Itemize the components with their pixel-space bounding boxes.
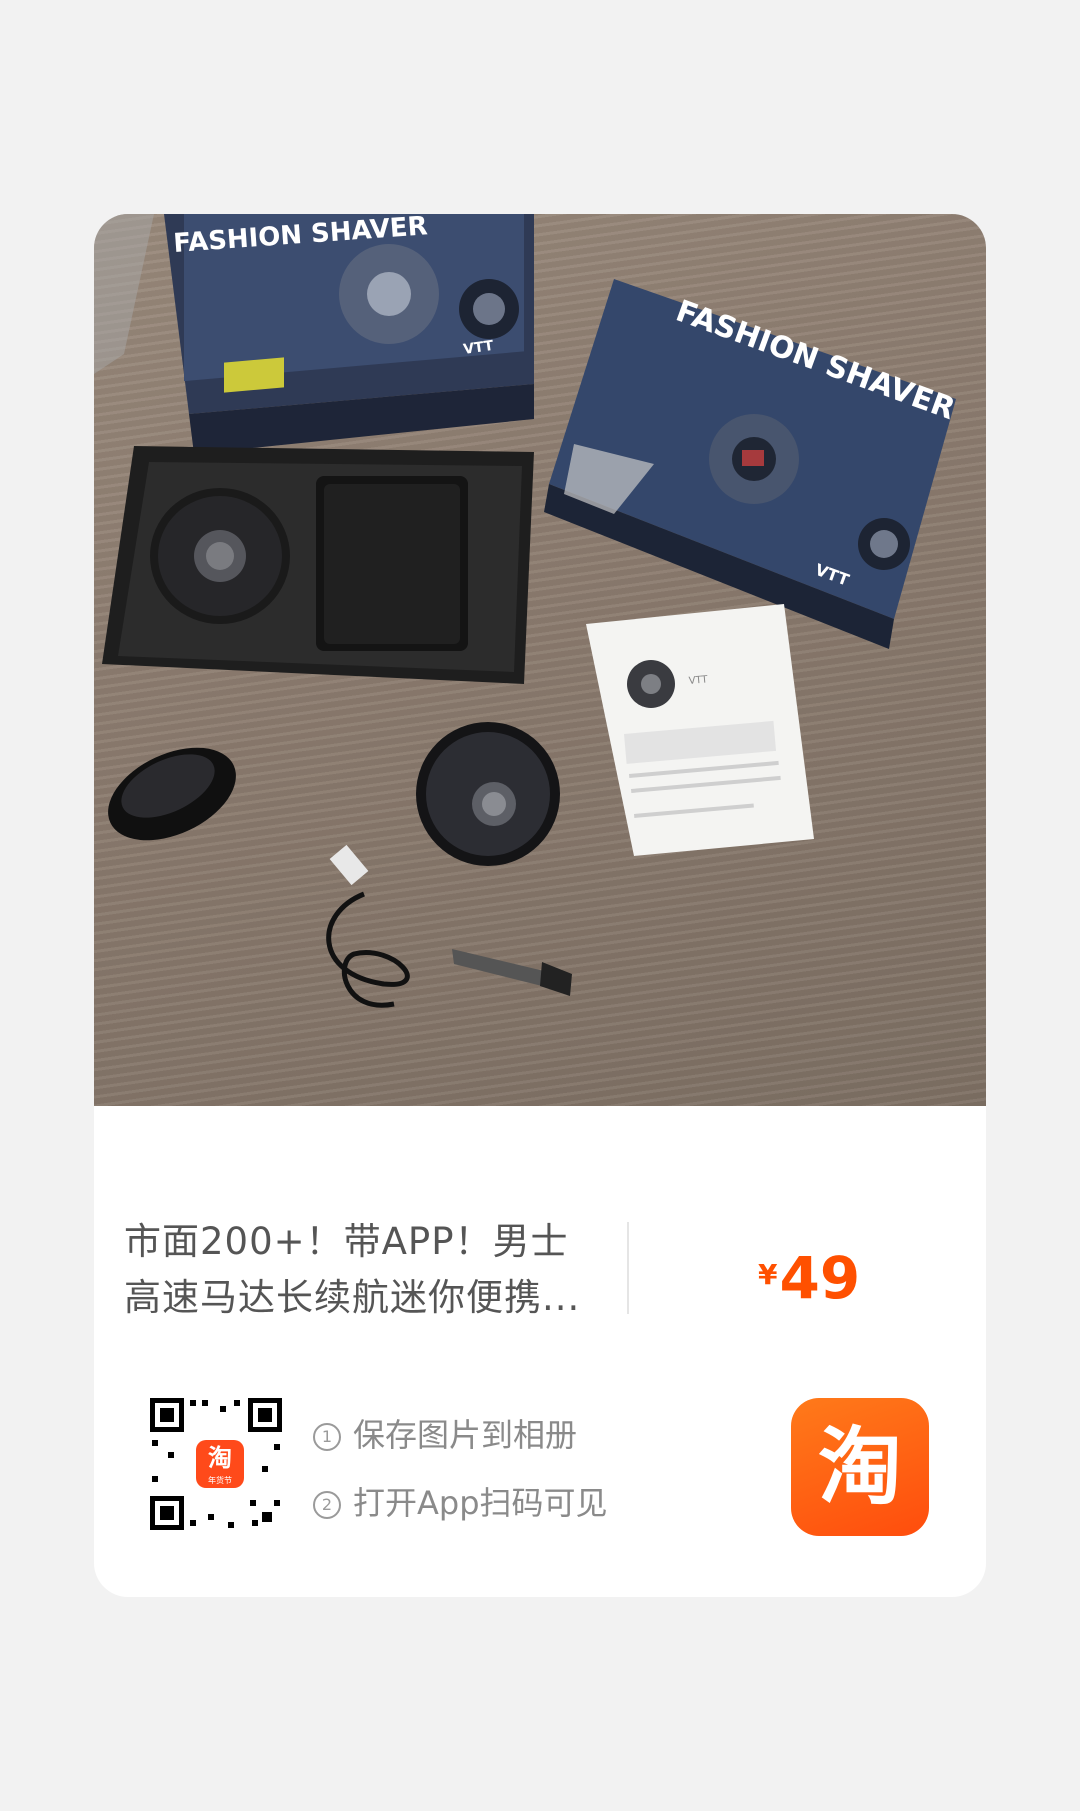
qr-code: 淘 年货节 [148, 1396, 284, 1532]
product-title[interactable]: 市面200+！带APP！男士 高速马达长续航迷你便携... [124, 1214, 604, 1326]
instruction-step-2: 2 打开App扫码可见 [313, 1478, 608, 1524]
product-price: ¥49 [758, 1244, 860, 1312]
product-share-card: FASHION SHAVER VTT FASHION SHAVER VTT VT… [94, 214, 986, 1597]
step-2-text: 打开App扫码可见 [353, 1484, 608, 1522]
step-1-text: 保存图片到相册 [353, 1416, 578, 1454]
instruction-step-1: 1 保存图片到相册 [313, 1410, 577, 1456]
taobao-app-icon-char: 淘 [817, 1418, 902, 1516]
price-value: 49 [779, 1244, 861, 1312]
qr-badge-char: 淘 [208, 1444, 232, 1472]
manual-brand-text: VTT [688, 674, 709, 687]
product-title-line-1: 市面200+！带APP！男士 [124, 1220, 569, 1263]
product-title-line-2: 高速马达长续航迷你便携... [124, 1276, 581, 1319]
price-currency-symbol: ¥ [758, 1258, 778, 1291]
product-image[interactable]: FASHION SHAVER VTT FASHION SHAVER VTT VT… [94, 214, 986, 1106]
title-price-divider [627, 1222, 629, 1314]
product-photo-illustration: FASHION SHAVER VTT FASHION SHAVER VTT VT… [94, 214, 959, 1008]
taobao-app-icon[interactable]: 淘 [791, 1398, 929, 1536]
qr-badge-subtitle: 年货节 [208, 1476, 232, 1485]
qr-taobao-badge: 淘 年货节 [196, 1440, 244, 1488]
step-1-number: 1 [313, 1423, 341, 1451]
step-2-number: 2 [313, 1491, 341, 1519]
